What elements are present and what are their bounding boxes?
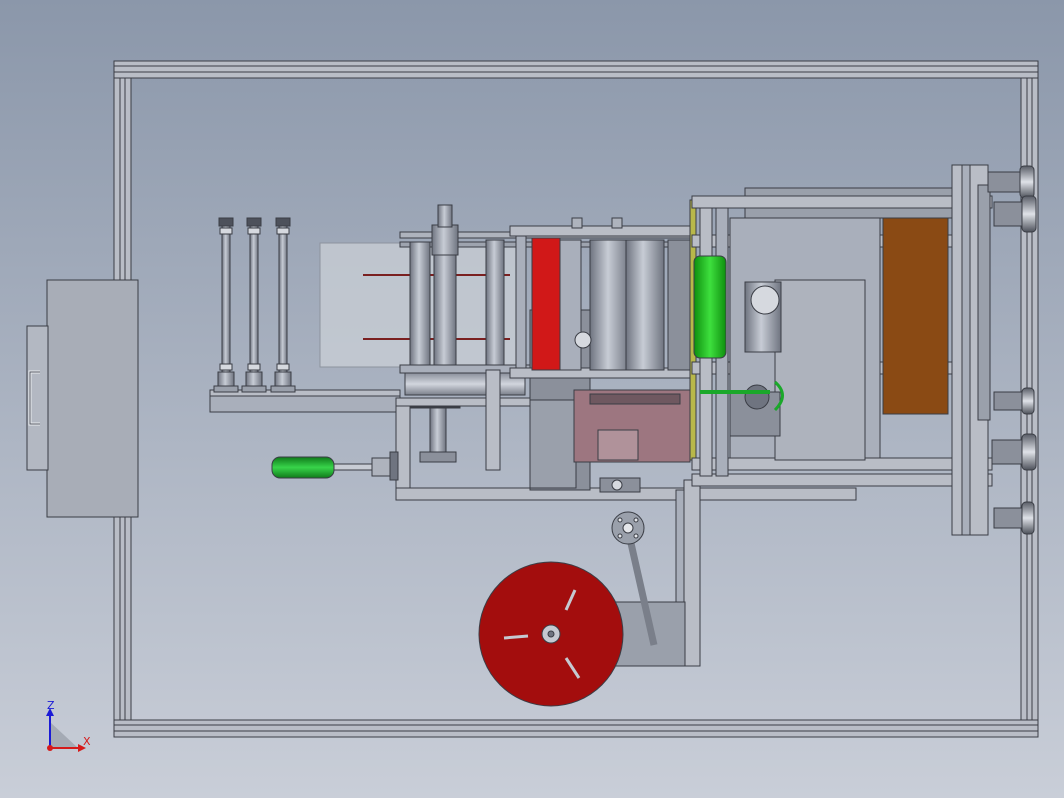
green-roller <box>693 255 727 359</box>
red-roller <box>531 237 561 371</box>
cad-viewport[interactable]: Z X <box>0 0 1064 798</box>
triad-origin <box>47 745 53 751</box>
brown-board <box>882 217 949 415</box>
x-axis-label: X <box>83 735 91 748</box>
machine-drawing <box>0 0 1064 798</box>
z-axis-label: Z <box>47 699 55 712</box>
